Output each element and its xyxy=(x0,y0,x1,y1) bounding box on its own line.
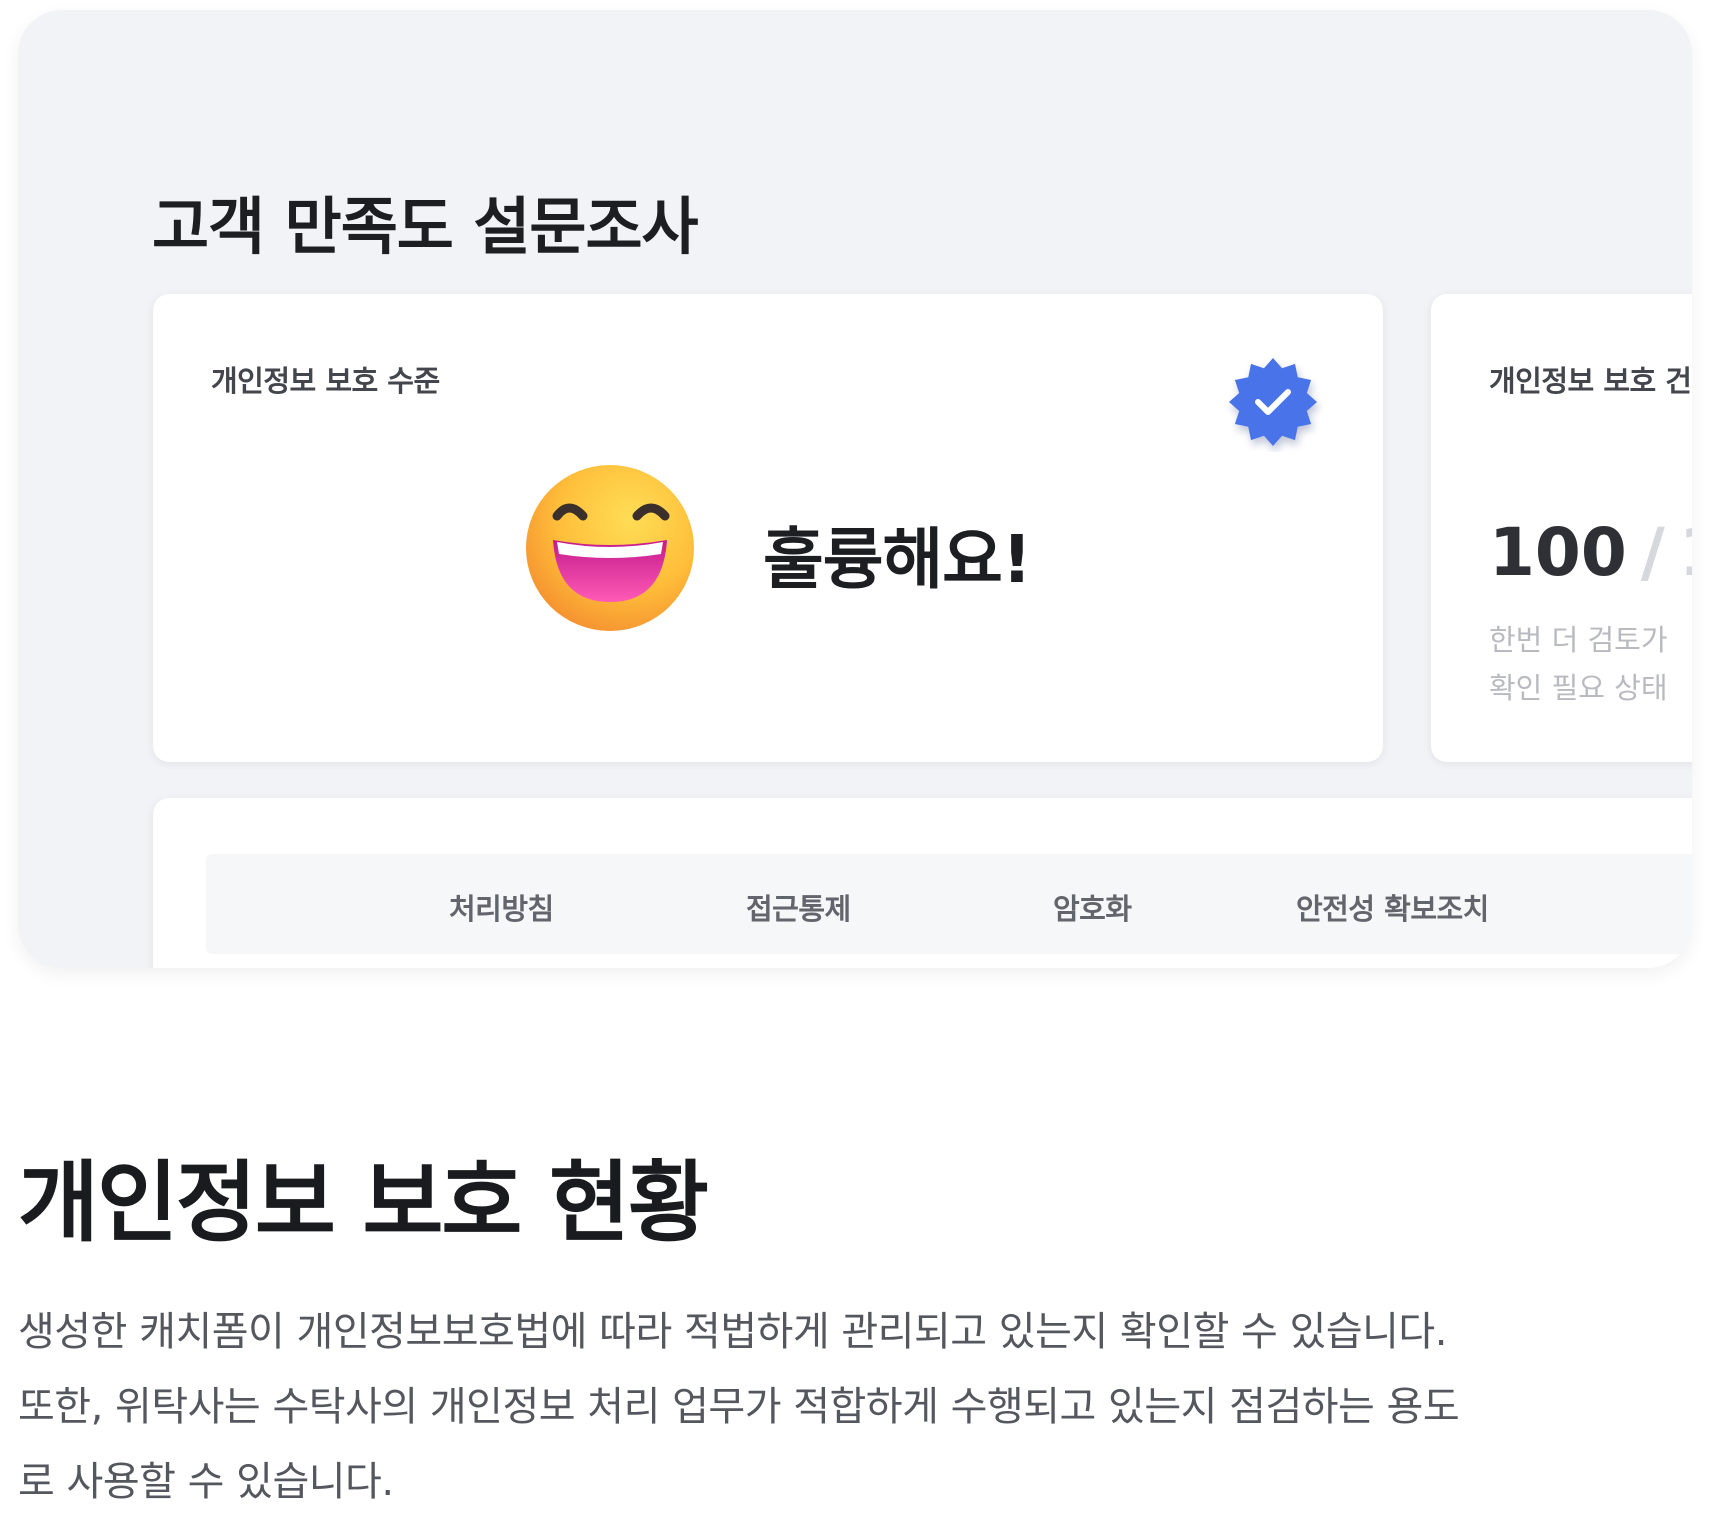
score-value: 100 xyxy=(1489,514,1627,591)
score-separator: / xyxy=(1640,514,1665,591)
column-header-access-control[interactable]: 접근통제 xyxy=(746,886,851,928)
verified-badge-icon xyxy=(1229,358,1317,446)
privacy-score-label: 개인정보 보호 건 xyxy=(1489,364,1692,398)
description-line: 로 사용할 수 있습니다. xyxy=(18,1459,394,1505)
column-header-encryption[interactable]: 암호화 xyxy=(1053,886,1132,928)
grinning-face-icon xyxy=(526,465,694,631)
privacy-score-description: 한번 더 검토가 확인 필요 상태 xyxy=(1489,616,1668,712)
score-total: 1 xyxy=(1679,514,1692,591)
privacy-result-text: 훌륭해요! xyxy=(763,521,1032,598)
table-header: 처리방침 접근통제 암호화 안전성 확보조치 xyxy=(206,854,1692,954)
privacy-level-label: 개인정보 보호 수준 xyxy=(211,364,440,398)
section-description: 생성한 캐치폼이 개인정보보호법에 따라 적법하게 관리되고 있는지 확인할 수… xyxy=(18,1295,1638,1518)
column-header-safety-measures[interactable]: 안전성 확보조치 xyxy=(1296,886,1489,928)
description-line: 또한, 위탁사는 수탁사의 개인정보 처리 업무가 적합하게 수행되고 있는지 … xyxy=(18,1384,1460,1430)
privacy-table-card: 처리방침 접근통제 암호화 안전성 확보조치 xyxy=(153,798,1692,968)
privacy-level-card: 개인정보 보호 수준 훌륭해요! xyxy=(153,294,1383,762)
description-line: 확인 필요 상태 xyxy=(1489,671,1668,705)
privacy-score: 100/1 xyxy=(1489,514,1692,591)
column-header-policy[interactable]: 처리방침 xyxy=(449,886,554,928)
section-title: 개인정보 보호 현황 xyxy=(18,1151,709,1254)
survey-preview-panel: 고객 만족도 설문조사 개인정보 보호 수준 훌륭해요! 개인정보 보호 건 1… xyxy=(18,10,1692,968)
survey-title: 고객 만족도 설문조사 xyxy=(152,190,699,263)
description-line: 한번 더 검토가 xyxy=(1489,623,1668,657)
privacy-score-card: 개인정보 보호 건 100/1 한번 더 검토가 확인 필요 상태 xyxy=(1431,294,1692,762)
description-line: 생성한 캐치폼이 개인정보보호법에 따라 적법하게 관리되고 있는지 확인할 수… xyxy=(18,1309,1447,1355)
